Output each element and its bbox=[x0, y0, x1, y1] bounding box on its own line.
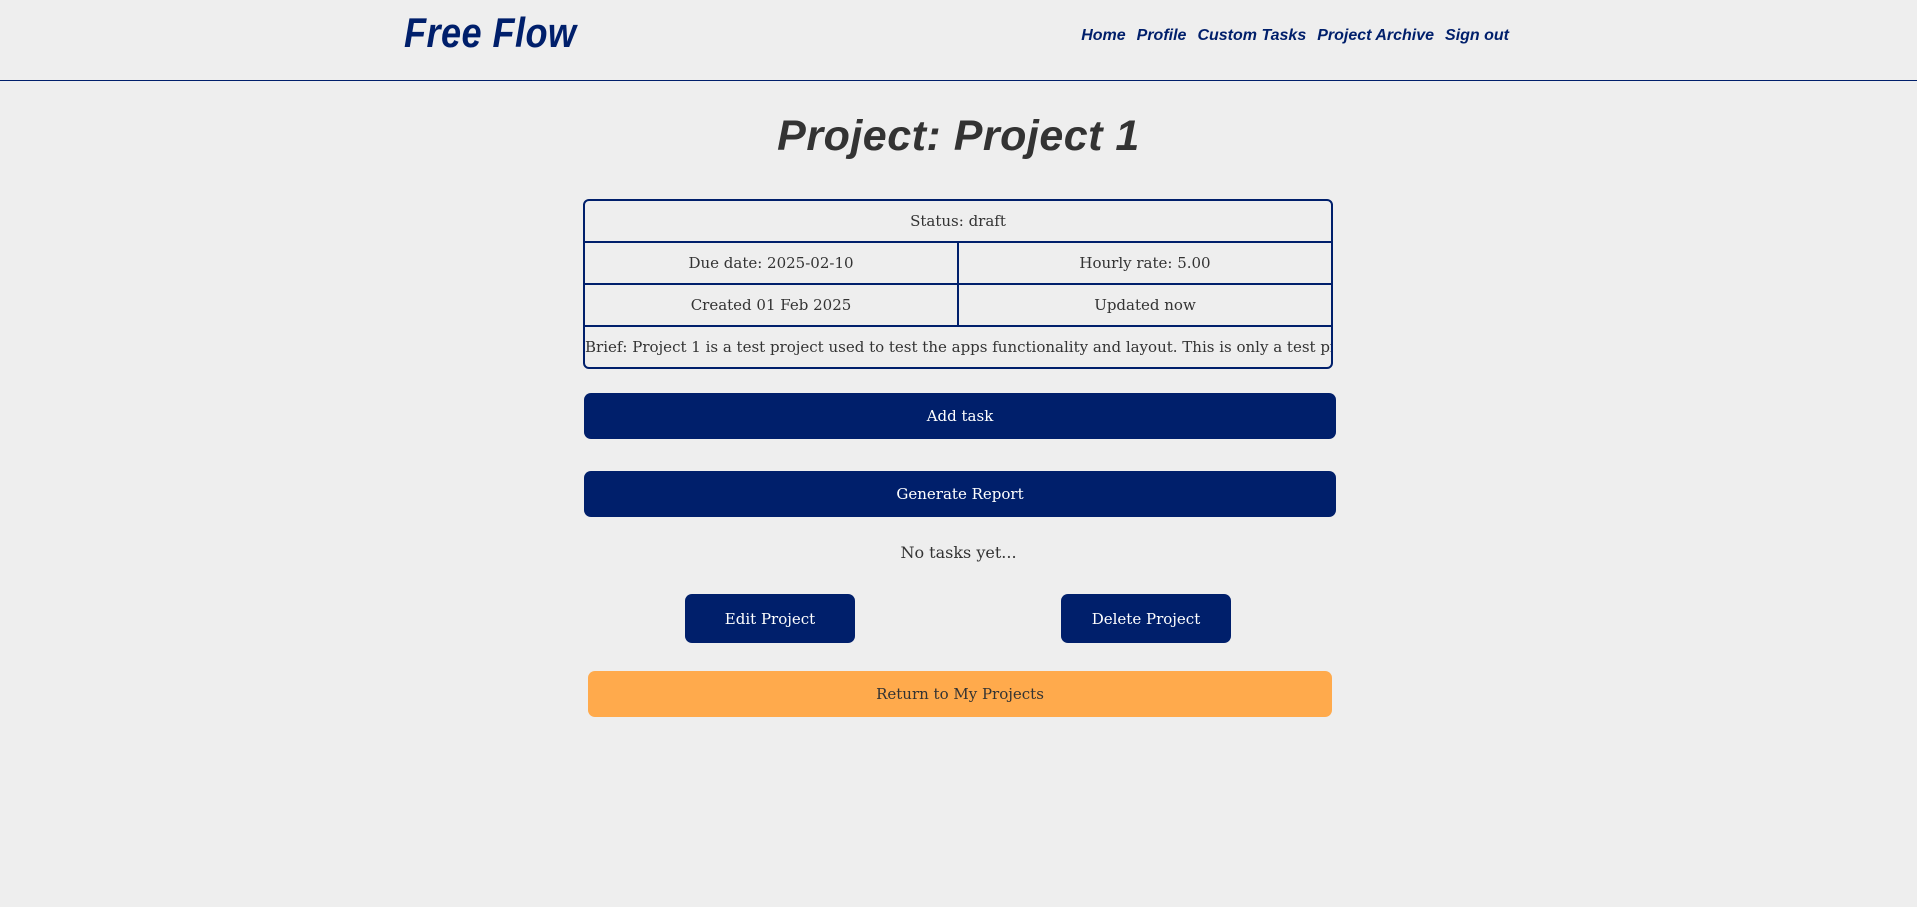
details-row-brief: Brief: Project 1 is a test project used … bbox=[585, 327, 1331, 367]
edit-project-button[interactable]: Edit Project bbox=[685, 594, 855, 643]
add-task-button[interactable]: Add task bbox=[584, 393, 1336, 439]
nav-link-custom-tasks[interactable]: Custom Tasks bbox=[1197, 27, 1306, 45]
nav-link-profile[interactable]: Profile bbox=[1137, 27, 1187, 45]
brand-logo[interactable]: Free Flow bbox=[404, 9, 576, 57]
nav-link-sign-out[interactable]: Sign out bbox=[1445, 27, 1509, 45]
due-date-cell: Due date: 2025-02-10 bbox=[688, 254, 854, 272]
updated-cell: Updated now bbox=[957, 285, 1331, 325]
project-details-table: Status: draft Due date: 2025-02-10 Hourl… bbox=[583, 199, 1333, 369]
generate-report-button[interactable]: Generate Report bbox=[584, 471, 1336, 517]
details-row-timestamps: Created 01 Feb 2025 Updated now bbox=[585, 285, 1331, 327]
nav-link-project-archive[interactable]: Project Archive bbox=[1317, 27, 1434, 45]
brief-cell: Brief: Project 1 is a test project used … bbox=[585, 338, 1333, 356]
site-header: Free Flow Home Profile Custom Tasks Proj… bbox=[0, 0, 1917, 81]
delete-project-button[interactable]: Delete Project bbox=[1061, 594, 1231, 643]
created-cell: Created 01 Feb 2025 bbox=[690, 296, 852, 314]
hourly-rate-cell: Hourly rate: 5.00 bbox=[957, 243, 1331, 283]
page-title: Project: Project 1 bbox=[777, 112, 1140, 160]
status-cell: Status: draft bbox=[910, 212, 1006, 230]
tasks-empty-message: No tasks yet... bbox=[900, 543, 1017, 562]
details-row-dates: Due date: 2025-02-10 Hourly rate: 5.00 bbox=[585, 243, 1331, 285]
details-row-status: Status: draft bbox=[585, 201, 1331, 243]
main-nav: Home Profile Custom Tasks Project Archiv… bbox=[1081, 27, 1509, 45]
return-to-projects-button[interactable]: Return to My Projects bbox=[588, 671, 1332, 717]
nav-link-home[interactable]: Home bbox=[1081, 27, 1125, 45]
